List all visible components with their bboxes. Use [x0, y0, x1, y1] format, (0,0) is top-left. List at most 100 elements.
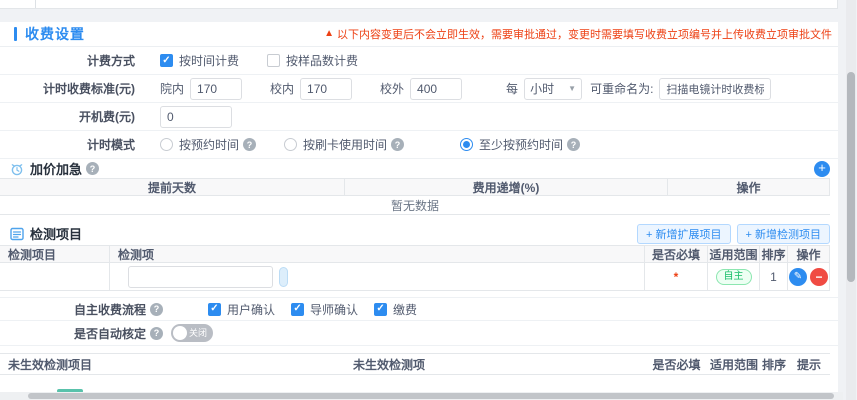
alarm-clock-icon [10, 162, 24, 176]
divider [35, 0, 36, 8]
add-extended-item-button[interactable]: + 新增扩展项目 [637, 224, 730, 244]
edit-icon[interactable]: ✎ [789, 268, 807, 286]
warning-text: 以下内容变更后不会立即生效，需要审批通过，变更时需要填写收费立项编号并上传收费立… [337, 26, 832, 42]
per-label: 每 [506, 80, 518, 97]
inactive-col-hint: 提示 [788, 356, 830, 373]
toggle-knob [173, 326, 187, 340]
radio-by-card-usage-label: 按刷卡使用时间 [303, 136, 387, 153]
checkbox-payment[interactable] [374, 303, 387, 316]
billing-method-label: 计费方式 [0, 52, 135, 69]
page-title: 收费设置 [25, 24, 85, 44]
question-icon[interactable]: ? [567, 138, 580, 151]
list-icon [10, 227, 24, 241]
add-surcharge-button[interactable]: + [814, 161, 830, 177]
previous-card-edge [0, 0, 838, 9]
checkbox-payment-label: 缴费 [393, 301, 417, 318]
auto-confirm-label: 是否自动核定 [0, 325, 146, 342]
inactive-col-project: 未生效检测项目 [0, 356, 345, 373]
inactive-col-item: 未生效检测项 [345, 356, 645, 373]
question-icon[interactable]: ? [86, 162, 99, 175]
horizontal-scrollbar-thumb[interactable] [28, 393, 834, 399]
radio-by-card-usage[interactable] [284, 138, 297, 151]
rename-label: 可重命名为: [590, 80, 653, 97]
checkbox-sample-billing-label: 按样品数计费 [286, 52, 358, 69]
checkbox-sample-billing[interactable] [267, 54, 280, 67]
hourly-rate-label: 计时收费标准(元) [0, 80, 135, 97]
vertical-scrollbar-thumb[interactable] [847, 72, 855, 282]
rate-external-label: 校外 [380, 80, 404, 97]
question-icon[interactable]: ? [391, 138, 404, 151]
radio-by-reservation[interactable] [160, 138, 173, 151]
auto-confirm-row: 是否自动核定 ? 关闭 [0, 321, 838, 346]
surcharge-table: 提前天数 费用递增(%) 操作 暂无数据 [0, 178, 830, 215]
test-col-item: 检测项 [110, 246, 645, 262]
approval-warning: ▲ 以下内容变更后不会立即生效，需要审批通过，变更时需要填写收费立项编号并上传收… [324, 26, 832, 42]
timing-mode-row: 计时模式 按预约时间 ? 按刷卡使用时间 ? 至少按预约时间 ? [0, 131, 838, 159]
unit-select[interactable]: 小时 ▼ [524, 78, 582, 100]
surcharge-empty-state: 暂无数据 [0, 196, 830, 215]
inactive-col-required: 是否必填 [645, 356, 708, 373]
inactive-items-table-header: 未生效检测项目 未生效检测项 是否必填 适用范围 排序 提示 [0, 353, 830, 375]
surcharge-col-increase: 费用递增(%) [345, 179, 668, 195]
test-row-project-cell [0, 263, 110, 290]
test-items-table: 检测项目 检测项 是否必填 适用范围 排序 操作 * 自主 1 ✎ − [0, 245, 830, 291]
rate-campus-input[interactable] [300, 78, 352, 100]
radio-at-least-reservation[interactable] [460, 138, 473, 151]
inactive-col-scope: 适用范围 [708, 356, 760, 373]
table-row: * 自主 1 ✎ − [0, 263, 830, 291]
checkbox-user-confirm-label: 用户确认 [227, 301, 275, 318]
drag-handle-icon[interactable] [279, 267, 288, 287]
title-accent-bar [14, 27, 17, 41]
scope-badge: 自主 [716, 269, 752, 285]
row-actions-cell: ✎ − [788, 263, 830, 290]
surcharge-section-header: 加价加急 ? + [0, 159, 838, 178]
warning-icon: ▲ [324, 29, 334, 39]
section-header-row: 收费设置 ▲ 以下内容变更后不会立即生效，需要审批通过，变更时需要填写收费立项编… [0, 22, 838, 47]
remove-icon[interactable]: − [810, 268, 828, 286]
surcharge-title: 加价加急 [30, 159, 82, 178]
test-items-section-header: 检测项目 + 新增扩展项目 + 新增检测项目 [0, 222, 838, 245]
startup-fee-input[interactable] [160, 106, 232, 128]
surcharge-col-actions: 操作 [668, 179, 830, 195]
timing-mode-label: 计时模式 [0, 136, 135, 153]
order-value: 1 [760, 263, 788, 290]
hourly-rate-row: 计时收费标准(元) 院内 校内 校外 每 小时 ▼ 可重命名为: [0, 75, 838, 103]
surcharge-col-days: 提前天数 [0, 179, 345, 195]
chevron-down-icon: ▼ [568, 84, 576, 93]
rename-input[interactable] [659, 78, 771, 100]
test-col-project: 检测项目 [0, 246, 110, 262]
radio-at-least-reservation-label: 至少按预约时间 [479, 136, 563, 153]
add-test-item-button[interactable]: + 新增检测项目 [737, 224, 830, 244]
fee-settings-page: 收费设置 ▲ 以下内容变更后不会立即生效，需要审批通过，变更时需要填写收费立项编… [0, 0, 857, 400]
test-col-required: 是否必填 [645, 246, 708, 262]
inactive-col-order: 排序 [760, 356, 788, 373]
radio-by-reservation-label: 按预约时间 [179, 136, 239, 153]
question-icon[interactable]: ? [243, 138, 256, 151]
rate-internal-label: 院内 [160, 80, 184, 97]
question-icon[interactable]: ? [150, 327, 163, 340]
question-icon[interactable]: ? [150, 303, 163, 316]
test-item-input[interactable] [128, 266, 273, 288]
test-col-actions: 操作 [788, 246, 830, 262]
toggle-state-text: 关闭 [189, 327, 207, 339]
rate-internal-input[interactable] [190, 78, 242, 100]
billing-method-row: 计费方式 按时间计费 按样品数计费 [0, 47, 838, 75]
fee-settings-card: 收费设置 ▲ 以下内容变更后不会立即生效，需要审批通过，变更时需要填写收费立项编… [0, 22, 838, 392]
auto-confirm-toggle[interactable]: 关闭 [171, 324, 213, 342]
self-fee-process-label: 自主收费流程 [0, 301, 146, 318]
checkbox-tutor-confirm[interactable] [291, 303, 304, 316]
rate-external-input[interactable] [410, 78, 462, 100]
startup-fee-label: 开机费(元) [0, 108, 135, 125]
checkbox-user-confirm[interactable] [208, 303, 221, 316]
test-col-order: 排序 [760, 246, 788, 262]
startup-fee-row: 开机费(元) [0, 103, 838, 131]
self-fee-process-row: 自主收费流程 ? 用户确认 导师确认 缴费 [0, 297, 838, 321]
horizontal-scrollbar [0, 392, 843, 400]
checkbox-tutor-confirm-label: 导师确认 [310, 301, 358, 318]
checkbox-time-billing[interactable] [160, 54, 173, 67]
test-row-item-cell [110, 263, 645, 290]
test-col-scope: 适用范围 [708, 246, 760, 262]
test-items-title: 检测项目 [30, 224, 82, 243]
checkbox-time-billing-label: 按时间计费 [179, 52, 239, 69]
vertical-scrollbar [846, 0, 856, 400]
